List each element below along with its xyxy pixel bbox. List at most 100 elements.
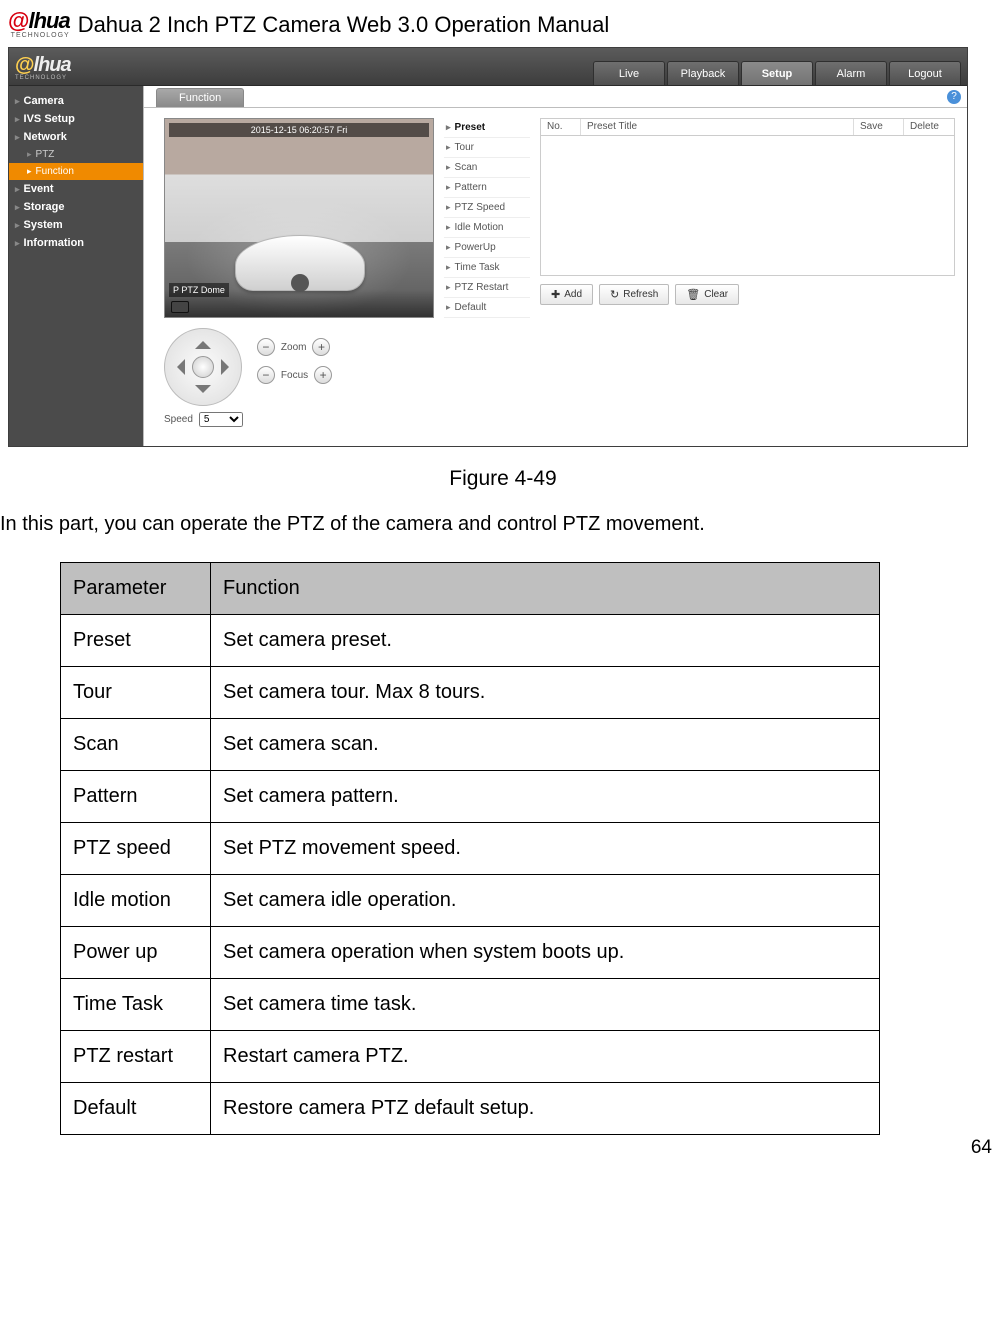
func-item-ptz-restart[interactable]: ▸PTZ Restart bbox=[444, 278, 530, 298]
func-item-label: Time Task bbox=[455, 262, 500, 273]
sidebar-item-network[interactable]: ▸ Network bbox=[9, 128, 143, 146]
preset-col-no-: No. bbox=[541, 119, 581, 135]
zoom-in-button[interactable]: + bbox=[312, 338, 330, 356]
clear-button[interactable]: 🗑Clear bbox=[675, 284, 739, 305]
chevron-right-icon: ▸ bbox=[446, 182, 451, 193]
sidebar: ▸Camera▸IVS Setup▸Network▸PTZ▸Function▸E… bbox=[9, 86, 143, 446]
preset-table-header: No.Preset TitleSaveDelete bbox=[540, 118, 955, 136]
sidebar-item-system[interactable]: ▸ System bbox=[9, 216, 143, 234]
function-list: ▸Preset▸Tour▸Scan▸Pattern▸PTZ Speed▸Idle… bbox=[444, 118, 530, 427]
chevron-right-icon: ▸ bbox=[15, 114, 20, 125]
refresh-button[interactable]: ↻Refresh bbox=[599, 284, 669, 305]
sidebar-item-ptz[interactable]: ▸PTZ bbox=[9, 146, 143, 163]
param-name-cell: Power up bbox=[61, 927, 211, 979]
chevron-right-icon: ▸ bbox=[446, 242, 451, 253]
sidebar-item-event[interactable]: ▸Event bbox=[9, 180, 143, 198]
zoom-label: Zoom bbox=[281, 342, 307, 353]
speed-select[interactable]: 5 bbox=[199, 412, 243, 427]
top-tab-alarm[interactable]: Alarm bbox=[815, 61, 887, 85]
preset-panel: No.Preset TitleSaveDelete ✚Add ↻Refresh … bbox=[540, 118, 955, 427]
focus-in-button[interactable]: + bbox=[314, 366, 332, 384]
table-row: TourSet camera tour. Max 8 tours. bbox=[61, 667, 880, 719]
add-button[interactable]: ✚Add bbox=[540, 284, 593, 305]
chevron-right-icon: ▸ bbox=[446, 122, 451, 133]
sidebar-item-label: Information bbox=[24, 237, 85, 249]
chevron-right-icon: ▸ bbox=[15, 202, 20, 213]
func-item-preset[interactable]: ▸Preset bbox=[444, 118, 530, 138]
func-item-tour[interactable]: ▸Tour bbox=[444, 138, 530, 158]
func-item-pattern[interactable]: ▸ Pattern bbox=[444, 178, 530, 198]
chevron-right-icon: ▸ bbox=[15, 132, 20, 143]
app-topbar: @lhuaTECHNOLOGY LivePlaybackSetupAlarmLo… bbox=[9, 48, 967, 86]
func-item-idle-motion[interactable]: ▸Idle Motion bbox=[444, 218, 530, 238]
chevron-right-icon: ▸ bbox=[15, 220, 20, 231]
func-item-label: Scan bbox=[455, 162, 478, 173]
func-item-label: Idle Motion bbox=[455, 222, 504, 233]
param-func-cell: Set camera idle operation. bbox=[211, 875, 880, 927]
param-name-cell: PTZ speed bbox=[61, 823, 211, 875]
table-row: PresetSet camera preset. bbox=[61, 615, 880, 667]
ptz-control-block: Speed 5 − Zoom + bbox=[164, 328, 434, 427]
content-area: ? Function 2015-12-15 06:20:57 Fri P PTZ… bbox=[143, 86, 967, 446]
table-row: DefaultRestore camera PTZ default setup. bbox=[61, 1083, 880, 1135]
chevron-right-icon: ▸ bbox=[15, 238, 20, 249]
param-func-cell: Restart camera PTZ. bbox=[211, 1031, 880, 1083]
intro-paragraph: In this part, you can operate the PTZ of… bbox=[0, 513, 998, 536]
parameter-table: ParameterFunction PresetSet camera prese… bbox=[60, 562, 880, 1135]
param-name-cell: Idle motion bbox=[61, 875, 211, 927]
top-tab-live[interactable]: Live bbox=[593, 61, 665, 85]
sidebar-item-function[interactable]: ▸Function bbox=[9, 163, 143, 180]
param-func-cell: Set camera operation when system boots u… bbox=[211, 927, 880, 979]
brand-logo-text: @lhua bbox=[8, 10, 70, 32]
sidebar-item-camera[interactable]: ▸Camera bbox=[9, 92, 143, 110]
table-row: Idle motionSet camera idle operation. bbox=[61, 875, 880, 927]
snapshot-icon[interactable] bbox=[171, 301, 189, 313]
focus-out-button[interactable]: − bbox=[257, 366, 275, 384]
help-icon[interactable]: ? bbox=[947, 90, 961, 104]
func-item-scan[interactable]: ▸Scan bbox=[444, 158, 530, 178]
top-tab-playback[interactable]: Playback bbox=[667, 61, 739, 85]
top-tab-logout[interactable]: Logout bbox=[889, 61, 961, 85]
refresh-icon: ↻ bbox=[610, 288, 619, 301]
chevron-right-icon: ▸ bbox=[27, 166, 32, 177]
video-timestamp: 2015-12-15 06:20:57 Fri bbox=[169, 123, 429, 137]
ptz-down-button[interactable] bbox=[195, 385, 211, 401]
preset-col-delete: Delete bbox=[904, 119, 954, 135]
sidebar-item-ivs-setup[interactable]: ▸ IVS Setup bbox=[9, 110, 143, 128]
content-tab-function[interactable]: Function bbox=[156, 88, 244, 107]
func-item-default[interactable]: ▸ Default bbox=[444, 298, 530, 318]
func-item-powerup[interactable]: ▸PowerUp bbox=[444, 238, 530, 258]
param-header-function: Function bbox=[211, 563, 880, 615]
table-row: ScanSet camera scan. bbox=[61, 719, 880, 771]
func-item-label: Default bbox=[455, 302, 487, 313]
doc-title: Dahua 2 Inch PTZ Camera Web 3.0 Operatio… bbox=[78, 12, 610, 38]
param-func-cell: Restore camera PTZ default setup. bbox=[211, 1083, 880, 1135]
param-name-cell: Pattern bbox=[61, 771, 211, 823]
param-func-cell: Set camera preset. bbox=[211, 615, 880, 667]
sidebar-item-label: Network bbox=[24, 131, 67, 143]
param-name-cell: Preset bbox=[61, 615, 211, 667]
sidebar-item-label: System bbox=[24, 219, 63, 231]
zoom-out-button[interactable]: − bbox=[257, 338, 275, 356]
ptz-center-button[interactable] bbox=[192, 356, 214, 378]
ptz-dpad bbox=[164, 328, 242, 406]
param-name-cell: Default bbox=[61, 1083, 211, 1135]
sidebar-item-label: IVS Setup bbox=[24, 113, 75, 125]
ptz-left-button[interactable] bbox=[169, 359, 185, 375]
func-item-time-task[interactable]: ▸Time Task bbox=[444, 258, 530, 278]
sidebar-item-label: PTZ bbox=[36, 149, 55, 160]
sidebar-item-information[interactable]: ▸ Information bbox=[9, 234, 143, 252]
ptz-right-button[interactable] bbox=[221, 359, 237, 375]
param-func-cell: Set PTZ movement speed. bbox=[211, 823, 880, 875]
param-header-parameter: Parameter bbox=[61, 563, 211, 615]
video-dome-placeholder bbox=[235, 235, 365, 291]
top-tab-setup[interactable]: Setup bbox=[741, 61, 813, 85]
param-name-cell: Scan bbox=[61, 719, 211, 771]
focus-label: Focus bbox=[281, 370, 308, 381]
chevron-right-icon: ▸ bbox=[446, 302, 451, 313]
param-func-cell: Set camera pattern. bbox=[211, 771, 880, 823]
func-item-ptz-speed[interactable]: ▸PTZ Speed bbox=[444, 198, 530, 218]
func-item-label: Pattern bbox=[455, 182, 487, 193]
ptz-up-button[interactable] bbox=[195, 333, 211, 349]
sidebar-item-storage[interactable]: ▸Storage bbox=[9, 198, 143, 216]
